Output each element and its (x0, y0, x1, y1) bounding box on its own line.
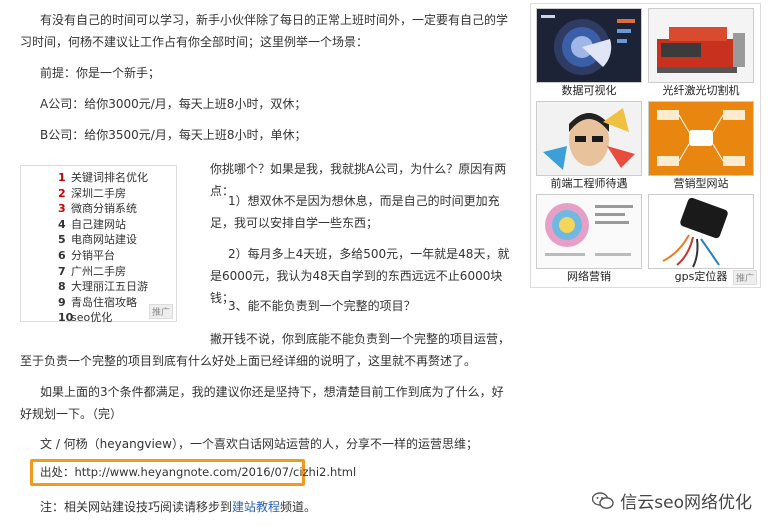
caption-frontend-salary[interactable]: 前端工程师待遇 (534, 176, 644, 192)
source-link-text[interactable]: 出处：http://www.heyangnote.com/2016/07/ciz… (40, 465, 356, 479)
paragraph-reason-3: 3、能不能负责到一个完整的项目？ (228, 299, 416, 313)
marketing-website-thumbnail[interactable] (648, 101, 754, 176)
watermark-text: 信云seo网络优化 (620, 493, 752, 513)
keyword-ad-item[interactable]: 3 微商分销系统 (58, 201, 176, 217)
data-visualization-graphic (541, 15, 635, 75)
paragraph-author: 文 / 何杨（heyangview），一个喜欢白话网站运营的人，分享不一样的运营… (40, 437, 478, 451)
keyword-ad-item[interactable]: 4 自己建网站 (58, 217, 176, 233)
ad-cell-marketing-website[interactable]: 营销型网站 (646, 101, 756, 192)
paragraph-conclusion: 如果上面的3个条件都满足，我的建议你还是坚持下，想清楚目前工作到底为了什么，好好… (20, 385, 504, 421)
keyword-label[interactable]: 广州二手房 (71, 265, 126, 278)
keyword-ad-item[interactable]: 1 关键词排名优化 (58, 170, 176, 186)
paragraph-intro: 有没有自己的时间可以学习，新手小伙伴除了每日的正常上班时间外，一定要有自己的学习… (20, 13, 509, 49)
gps-locator-thumbnail[interactable] (648, 194, 754, 269)
keyword-rank-number: 3 (58, 202, 66, 216)
keyword-rank-number: 1 (58, 171, 66, 184)
frontend-salary-thumbnail[interactable] (536, 101, 642, 176)
laser-cutter-thumbnail[interactable] (648, 8, 754, 83)
ad-cell-laser-cutter[interactable]: 光纤激光切割机 (646, 8, 756, 99)
keyword-label[interactable]: 自己建网站 (71, 218, 126, 231)
data-visualization-thumbnail[interactable] (536, 8, 642, 83)
keyword-rank-number: 7 (58, 264, 66, 278)
caption-marketing-website[interactable]: 营销型网站 (646, 176, 756, 192)
keyword-label[interactable]: 电商网站建设 (71, 233, 137, 246)
keyword-label[interactable]: seo优化 (71, 311, 112, 324)
keyword-label[interactable]: 微商分销系统 (71, 202, 137, 215)
paragraph-project: 撇开钱不说，你到底能不能负责到一个完整的项目运营，至于负责一个完整的项目到底有什… (20, 332, 511, 368)
paragraph-company-a: A公司：给你3000元/月，每天上班8小时，双休； (40, 97, 307, 111)
keyword-rank-number: 5 (58, 233, 66, 247)
keyword-rank-number: 6 (58, 248, 66, 262)
wechat-icon (592, 491, 614, 509)
paragraph-note: 注：相关网站建设技巧阅读请移步到建站教程频道。 (20, 496, 510, 518)
marketing-diagram-graphic (657, 110, 745, 166)
note-prefix: 注：相关网站建设技巧阅读请移步到 (40, 500, 233, 514)
caption-data-visualization[interactable]: 数据可视化 (534, 83, 644, 99)
keyword-rank-number: 8 (58, 280, 66, 294)
keyword-rank-number: 9 (58, 295, 66, 309)
paragraph-premise: 前提：你是一个新手； (40, 66, 161, 80)
image-ad-badge[interactable]: 推广 (732, 270, 757, 285)
caption-network-marketing[interactable]: 网络营销 (534, 269, 644, 285)
keyword-rank-number: 4 (58, 217, 66, 231)
keyword-ad-item[interactable]: 7 广州二手房 (58, 264, 176, 280)
keyword-list: 1 关键词排名优化 2 深圳二手房 3 微商分销系统 4 自己建网站 5 电商网站建设 6 分销平台 7… (21, 166, 176, 326)
gps-device-graphic (662, 197, 728, 268)
keyword-ad-item[interactable]: 2 深圳二手房 (58, 186, 176, 202)
tutorial-channel-link[interactable]: 建站教程 (232, 500, 280, 514)
paragraph-company-b: B公司：给你3500元/月，每天上班8小时，单休； (40, 128, 307, 142)
ad-cell-network-marketing[interactable]: 网络营销 (534, 194, 644, 285)
keyword-label[interactable]: 大理丽江五日游 (71, 280, 148, 293)
keyword-ad-box: 1 关键词排名优化 2 深圳二手房 3 微商分销系统 4 自己建网站 5 电商网站建设 6 分销平台 7… (20, 165, 177, 324)
keyword-label[interactable]: 关键词排名优化 (71, 171, 148, 184)
ad-cell-data-visualization[interactable]: 数据可视化 (534, 8, 644, 99)
keyword-label[interactable]: 分销平台 (71, 249, 115, 262)
keyword-label[interactable]: 深圳二手房 (71, 187, 126, 200)
keyword-ad-item[interactable]: 8 大理丽江五日游 (58, 279, 176, 295)
keyword-rank-number: 10 (58, 311, 74, 325)
keyword-label[interactable]: 青岛住宿攻略 (71, 296, 137, 309)
paragraph-reason-1: 1）想双休不是因为想休息，而是自己的时间更加充足，我可以安排自学一些东西； (210, 194, 500, 230)
note-suffix: 频道。 (280, 500, 317, 514)
image-ad-grid: 数据可视化 光纤激光切割机 前端工程师待遇 营销型网站 网络营销 gps定位器 … (530, 3, 761, 288)
watermark: 信云seo网络优化 (592, 488, 752, 513)
keyword-ad-item[interactable]: 5 电商网站建设 (58, 232, 176, 248)
marketing-wheel-graphic (545, 203, 633, 256)
designer-face-graphic (543, 108, 635, 170)
caption-laser-cutter[interactable]: 光纤激光切割机 (646, 83, 756, 99)
keyword-rank-number: 2 (58, 186, 66, 200)
ad-badge[interactable]: 推广 (148, 304, 173, 319)
network-marketing-thumbnail[interactable] (536, 194, 642, 269)
laser-cutter-graphic (657, 27, 745, 73)
ad-cell-frontend-salary[interactable]: 前端工程师待遇 (534, 101, 644, 192)
source-highlight-box[interactable]: 出处：http://www.heyangnote.com/2016/07/ciz… (30, 459, 356, 486)
keyword-ad-item[interactable]: 6 分销平台 (58, 248, 176, 264)
